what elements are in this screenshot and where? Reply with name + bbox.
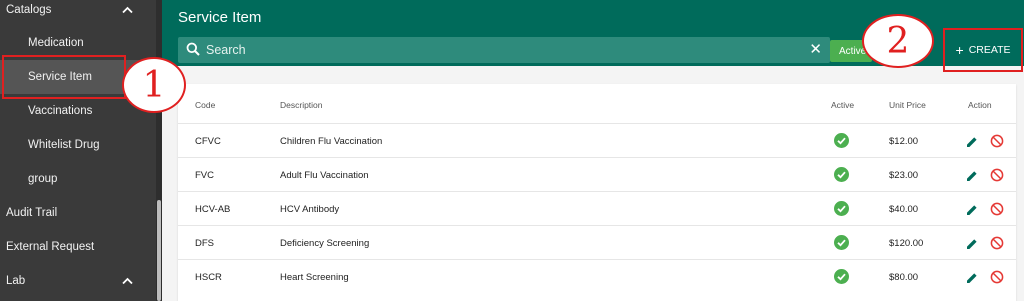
table-row[interactable]: DFS Deficiency Screening $120.00	[178, 225, 1016, 259]
block-icon[interactable]	[990, 202, 1004, 216]
cell-unit-price: $23.00	[889, 169, 919, 181]
page-title: Service Item	[178, 9, 262, 26]
table-row[interactable]: FVC Adult Flu Vaccination $23.00	[178, 157, 1016, 191]
cell-description: HCV Antibody	[280, 203, 340, 215]
annotation-highlight-create	[943, 28, 1023, 72]
table-row[interactable]: HCV-AB HCV Antibody $40.00	[178, 191, 1016, 225]
sidebar: Catalogs Medication Service Item Vaccina…	[0, 0, 162, 301]
cell-description: Deficiency Screening	[280, 237, 370, 249]
sidebar-item-external-request[interactable]: External Request	[0, 230, 155, 264]
search-input[interactable]	[206, 37, 796, 63]
check-circle-icon	[834, 167, 849, 182]
cell-code: HCV-AB	[195, 203, 231, 215]
sidebar-item-catalogs[interactable]: Catalogs	[0, 0, 155, 20]
pencil-icon[interactable]	[966, 237, 978, 249]
cell-description: Heart Screening	[280, 271, 349, 283]
sidebar-item-label: Whitelist Drug	[28, 139, 100, 151]
check-circle-icon	[834, 235, 849, 250]
sidebar-item-group[interactable]: group	[0, 162, 155, 196]
sidebar-scrollbar-thumb[interactable]	[157, 200, 161, 301]
check-circle-icon	[834, 201, 849, 216]
cell-code: CFVC	[195, 135, 221, 147]
cell-unit-price: $40.00	[889, 203, 919, 215]
column-header-code[interactable]: Code	[195, 100, 215, 110]
cell-code: DFS	[195, 237, 214, 249]
chevron-up-icon	[122, 274, 133, 288]
annotation-step-2: 2	[862, 14, 934, 68]
chevron-up-icon	[122, 3, 133, 17]
pencil-icon[interactable]	[966, 135, 978, 147]
sidebar-item-audit-trail[interactable]: Audit Trail	[0, 196, 155, 230]
block-icon[interactable]	[990, 270, 1004, 284]
sidebar-item-label: group	[28, 173, 58, 185]
annotation-highlight-service-item	[2, 55, 126, 99]
pencil-icon[interactable]	[966, 271, 978, 283]
pencil-icon[interactable]	[966, 203, 978, 215]
sidebar-item-label: External Request	[6, 241, 95, 253]
column-header-unit-price[interactable]: Unit Price	[889, 100, 926, 110]
block-icon[interactable]	[990, 134, 1004, 148]
cell-unit-price: $120.00	[889, 237, 924, 249]
sidebar-item-label: Catalogs	[6, 4, 52, 16]
sidebar-item-label: Medication	[28, 37, 84, 49]
annotation-step-1: 1	[122, 57, 186, 113]
table-row[interactable]: HSCR Heart Screening $80.00	[178, 259, 1016, 293]
check-circle-icon	[834, 133, 849, 148]
cell-code: HSCR	[195, 271, 222, 283]
search-icon	[186, 42, 200, 56]
cell-unit-price: $12.00	[889, 135, 919, 147]
table-row[interactable]: CFVC Children Flu Vaccination $12.00	[178, 123, 1016, 157]
block-icon[interactable]	[990, 236, 1004, 250]
column-header-description[interactable]: Description	[280, 100, 323, 110]
cell-description: Adult Flu Vaccination	[280, 169, 369, 181]
sidebar-item-label: Audit Trail	[6, 207, 58, 219]
sidebar-item-label: Lab	[6, 275, 26, 287]
cell-unit-price: $80.00	[889, 271, 919, 283]
column-header-active[interactable]: Active	[831, 100, 854, 110]
search-bar: ✕	[178, 37, 830, 63]
check-circle-icon	[834, 269, 849, 284]
sidebar-item-lab[interactable]: Lab	[0, 264, 155, 298]
sidebar-item-label: Vaccinations	[28, 105, 93, 117]
close-icon[interactable]: ✕	[809, 41, 822, 59]
cell-code: FVC	[195, 169, 214, 181]
column-header-action: Action	[968, 100, 992, 110]
cell-description: Children Flu Vaccination	[280, 135, 383, 147]
sidebar-item-whitelist-drug[interactable]: Whitelist Drug	[0, 128, 155, 162]
block-icon[interactable]	[990, 168, 1004, 182]
pencil-icon[interactable]	[966, 169, 978, 181]
